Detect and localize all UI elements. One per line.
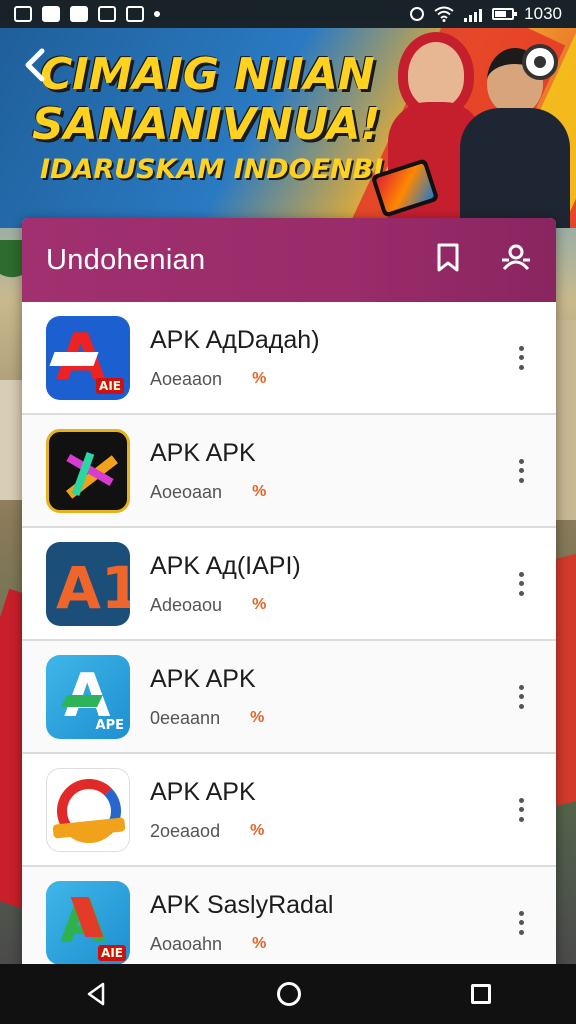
alarm-icon [410, 7, 425, 21]
list-item[interactable]: A AIE APK SaslyRadal Aoaoahn % [22, 867, 556, 978]
card-title: Undohenian [46, 243, 206, 276]
app-subtitle: Aoeoaan [150, 481, 223, 502]
app-icon: A AIE [46, 315, 130, 400]
app-meta: 2oeaaod % [150, 821, 516, 842]
palm-decoration [0, 240, 24, 310]
app-badge: % [252, 483, 267, 500]
app-name: APK SaslyRadal [150, 890, 334, 919]
app-info: APK SaslyRadal Aoaoahn % [150, 891, 516, 955]
more-options-icon[interactable] [516, 910, 526, 935]
app-meta: Adeoaou % [150, 595, 516, 616]
app-icon [46, 767, 130, 852]
card-header: Undohenian [22, 218, 556, 302]
app-icon: A1 [46, 541, 130, 626]
app-name: APK APK [150, 777, 256, 806]
banner-headline-line3: IDARUSKAM INDOENBIAR [40, 154, 425, 185]
app-icon: A APE [46, 654, 130, 739]
app-list: A AIE APK AдDaдah) Aoeaaon % APK APK [22, 302, 556, 978]
app-badge: % [252, 935, 267, 952]
bookmark-button[interactable] [436, 243, 460, 278]
profile-button[interactable] [522, 44, 558, 80]
more-options-icon[interactable] [516, 345, 526, 370]
keyboard-icon [126, 6, 144, 22]
back-icon[interactable] [85, 982, 107, 1006]
status-time: 1030 [524, 4, 562, 23]
check-icon [70, 6, 88, 22]
app-name: APK APK [150, 438, 256, 467]
banner-headline-line2: SANANIVNUA! [32, 99, 381, 150]
usb-icon [98, 6, 116, 22]
app-icon [46, 428, 130, 513]
signal-icon [464, 6, 483, 22]
app-name: APK AдDaдah) [150, 325, 320, 354]
app-subtitle: 0eeaann [150, 707, 221, 728]
bookmark-icon [437, 243, 459, 271]
app-badge: % [252, 596, 267, 613]
list-item[interactable]: A AIE APK AдDaдah) Aoeaaon % [22, 302, 556, 415]
app-list-card: Undohenian A AIE APK AдDaдah) [22, 218, 556, 978]
settings-icon [42, 6, 60, 22]
banner-person-man [460, 48, 570, 228]
more-options-icon[interactable] [516, 458, 526, 483]
app-meta: Aoeoaan % [150, 482, 516, 503]
status-left-icons [14, 6, 160, 22]
app-badge: % [250, 822, 265, 839]
more-options-icon[interactable] [516, 684, 526, 709]
status-right-icons: 1030 [410, 4, 562, 24]
app-name: APK Aд(IAPI) [150, 551, 301, 580]
list-item[interactable]: APK APK Aoeoaan % [22, 415, 556, 528]
chevron-left-icon [25, 48, 45, 82]
app-info: APK AдDaдah) Aoeaaon % [150, 326, 516, 390]
app-meta: Aoaoahn % [150, 934, 516, 955]
add-user-button[interactable] [500, 243, 532, 278]
app-name: APK APK [150, 664, 256, 693]
app-info: APK APK 0eeaann % [150, 665, 516, 729]
battery-icon [492, 8, 518, 20]
promo-banner: CIMAIG NIIAN SANANIVNUA! IDARUSKAM INDOE… [0, 28, 576, 228]
app-info: APK Aд(IAPI) Adeoaou % [150, 552, 516, 616]
list-item[interactable]: APK APK 2oeaaod % [22, 754, 556, 867]
app-meta: Aoeaaon % [150, 369, 516, 390]
system-nav-bar [0, 964, 576, 1024]
app-icon: A AIE [46, 880, 130, 965]
recents-icon[interactable] [471, 984, 491, 1004]
app-badge: % [252, 370, 267, 387]
app-meta: 0eeaann % [150, 708, 516, 729]
banner-headline-line1: CIMAIG NIIAN [40, 49, 375, 100]
home-icon[interactable] [277, 982, 301, 1006]
status-bar: 1030 [0, 0, 576, 28]
user-icon [502, 244, 530, 270]
app-subtitle: 2oeaaod [150, 820, 221, 841]
app-subtitle: Aoaoahn [150, 933, 223, 954]
app-info: APK APK 2oeaaod % [150, 778, 516, 842]
banner-headline: CIMAIG NIIAN SANANIVNUA! IDARUSKAM INDOE… [32, 49, 425, 186]
notification-dot-icon [154, 11, 160, 17]
app-info: APK APK Aoeoaan % [150, 439, 516, 503]
more-options-icon[interactable] [516, 797, 526, 822]
list-item[interactable]: A1 APK Aд(IAPI) Adeoaou % [22, 528, 556, 641]
list-item[interactable]: A APE APK APK 0eeaann % [22, 641, 556, 754]
app-subtitle: Aoeaaon [150, 368, 223, 389]
back-button[interactable] [22, 48, 58, 84]
wifi-icon [434, 6, 454, 22]
gallery-icon [14, 6, 32, 22]
more-options-icon[interactable] [516, 571, 526, 596]
app-subtitle: Adeoaou [150, 594, 223, 615]
app-badge: % [250, 709, 265, 726]
